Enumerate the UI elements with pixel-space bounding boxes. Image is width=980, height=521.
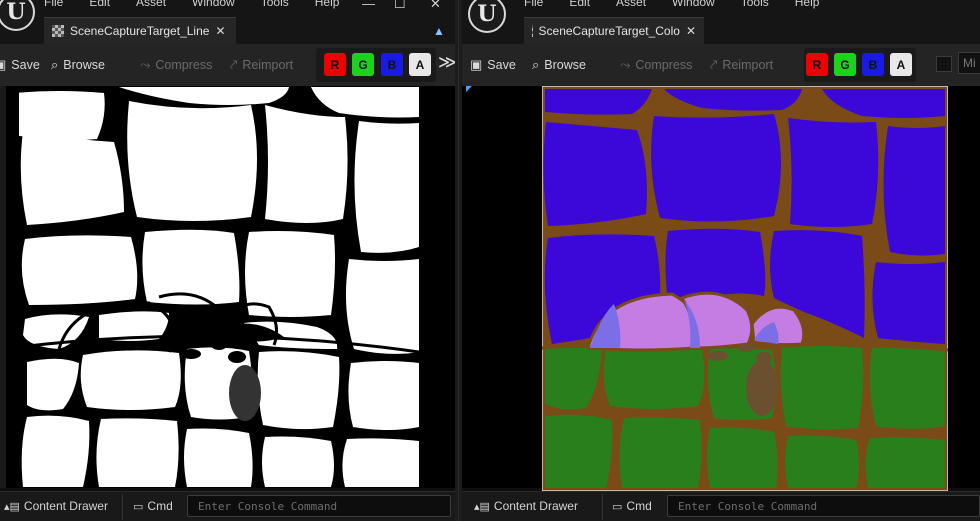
menu-file[interactable]: File <box>44 0 63 9</box>
texture-icon <box>532 25 533 37</box>
console-command-input[interactable] <box>667 495 980 517</box>
compress-button[interactable]: ⤳ Compress <box>140 54 212 76</box>
blue-channel-toggle[interactable]: B <box>381 53 403 76</box>
alpha-channel-toggle[interactable]: A <box>890 53 912 76</box>
green-channel-toggle[interactable]: G <box>834 53 856 76</box>
menu-help[interactable]: Help <box>315 0 340 9</box>
divider <box>602 494 603 520</box>
tab-close-icon[interactable]: ✕ <box>686 24 696 38</box>
folder-search-icon: ⌕ <box>532 57 540 72</box>
reimport-button[interactable]: ⤤ Reimport <box>230 54 293 76</box>
texture-viewport[interactable] <box>0 86 455 488</box>
compress-label: Compress <box>155 58 213 72</box>
cmd-button[interactable]: ▭ Cmd <box>612 499 652 513</box>
content-drawer-label: Content Drawer <box>493 499 578 513</box>
unreal-logo-icon[interactable]: U <box>468 0 506 33</box>
close-window-icon[interactable]: ✕ <box>430 0 441 12</box>
menu-tools[interactable]: Tools <box>261 0 289 9</box>
color-render-image <box>542 86 948 491</box>
mip-field[interactable]: Mi <box>958 52 980 74</box>
title-bar: U File Edit Asset Window Tools Help — ☐ … <box>0 0 455 44</box>
title-bar: U File Edit Asset Window Tools Help Scen… <box>462 0 980 44</box>
content-drawer-button[interactable]: ▴▤ Content Drawer <box>474 499 578 513</box>
mip-checkbox[interactable] <box>936 56 952 72</box>
menu-edit[interactable]: Edit <box>569 0 590 9</box>
unreal-logo-icon[interactable]: U <box>0 0 35 31</box>
tab-title: SceneCaptureTarget_Line <box>70 24 210 38</box>
maximize-icon[interactable]: ☐ <box>394 0 406 12</box>
status-bar: ▴▤ Content Drawer ▭ Cmd <box>0 491 455 521</box>
reimport-icon: ⤤ <box>230 57 238 72</box>
menu-bar: File Edit Asset Window Tools Help <box>44 0 365 9</box>
red-channel-toggle[interactable]: R <box>806 53 828 76</box>
menu-asset[interactable]: Asset <box>136 0 166 9</box>
reimport-label: Reimport <box>722 58 774 72</box>
panel-splitter[interactable] <box>455 0 462 521</box>
cmd-label: Cmd <box>147 499 173 513</box>
save-label: Save <box>487 58 516 72</box>
browse-button[interactable]: ⌕ Browse <box>51 54 105 76</box>
browse-button[interactable]: ⌕ Browse <box>532 54 586 76</box>
menu-window[interactable]: Window <box>672 0 715 9</box>
floppy-disk-icon: ▣ <box>470 57 483 72</box>
tab-title: SceneCaptureTarget_Colo <box>538 24 680 38</box>
blue-channel-toggle[interactable]: B <box>862 53 884 76</box>
right-texture-editor: U File Edit Asset Window Tools Help Scen… <box>462 0 980 521</box>
overflow-chevron-icon[interactable]: ≫ <box>438 52 455 73</box>
content-drawer-button[interactable]: ▴▤ Content Drawer <box>4 499 108 513</box>
compress-label: Compress <box>635 58 693 72</box>
save-button[interactable]: ▣ Save <box>0 54 40 76</box>
menu-tools[interactable]: Tools <box>741 0 769 9</box>
menu-bar: File Edit Asset Window Tools Help <box>524 0 845 9</box>
compress-button[interactable]: ⤳ Compress <box>620 54 692 76</box>
terminal-icon: ▭ <box>133 500 144 513</box>
left-texture-editor: U File Edit Asset Window Tools Help — ☐ … <box>0 0 455 521</box>
asset-tab[interactable]: SceneCaptureTarget_Line ✕ <box>44 17 236 44</box>
divider <box>122 494 123 520</box>
minimize-icon[interactable]: — <box>362 0 375 11</box>
tab-close-icon[interactable]: ✕ <box>215 24 225 38</box>
status-bar: ▴▤ Content Drawer ▭ Cmd <box>462 491 980 521</box>
toolbar: ▣ Save ⌕ Browse ⤳ Compress ⤤ Reimport R … <box>0 44 455 86</box>
save-label: Save <box>11 58 40 72</box>
line-render-image <box>19 87 419 487</box>
content-drawer-label: Content Drawer <box>23 499 108 513</box>
folder-search-icon: ⌕ <box>51 57 59 72</box>
menu-asset[interactable]: Asset <box>616 0 646 9</box>
menu-window[interactable]: Window <box>192 0 235 9</box>
menu-help[interactable]: Help <box>795 0 820 9</box>
cmd-button[interactable]: ▭ Cmd <box>133 499 173 513</box>
browse-label: Browse <box>63 58 105 72</box>
texture-viewport[interactable] <box>462 86 980 491</box>
asset-tab[interactable]: SceneCaptureTarget_Colo ✕ <box>524 17 704 44</box>
compress-icon: ⤳ <box>620 57 631 72</box>
panel-corner-icon <box>466 86 472 92</box>
cmd-label: Cmd <box>626 499 652 513</box>
details-panel-edge <box>0 86 6 488</box>
console-command-input[interactable] <box>187 495 451 517</box>
red-channel-toggle[interactable]: R <box>324 53 346 76</box>
menu-edit[interactable]: Edit <box>89 0 110 9</box>
browse-label: Browse <box>544 58 586 72</box>
content-drawer-icon: ▴▤ <box>4 500 20 513</box>
alpha-channel-toggle[interactable]: A <box>409 53 431 76</box>
toolbar: ▣ Save ⌕ Browse ⤳ Compress ⤤ Reimport R … <box>462 44 980 86</box>
reimport-button[interactable]: ⤤ Reimport <box>710 54 773 76</box>
reimport-label: Reimport <box>242 58 294 72</box>
terminal-icon: ▭ <box>612 500 623 513</box>
reimport-icon: ⤤ <box>710 57 718 72</box>
floppy-disk-icon: ▣ <box>0 57 7 72</box>
green-channel-toggle[interactable]: G <box>352 53 374 76</box>
save-button[interactable]: ▣ Save <box>470 54 516 76</box>
menu-file[interactable]: File <box>524 0 543 9</box>
texture-icon <box>52 25 64 37</box>
compress-icon: ⤳ <box>140 57 151 72</box>
graduation-cap-icon[interactable]: ▲ <box>433 24 445 38</box>
content-drawer-icon: ▴▤ <box>474 500 490 513</box>
